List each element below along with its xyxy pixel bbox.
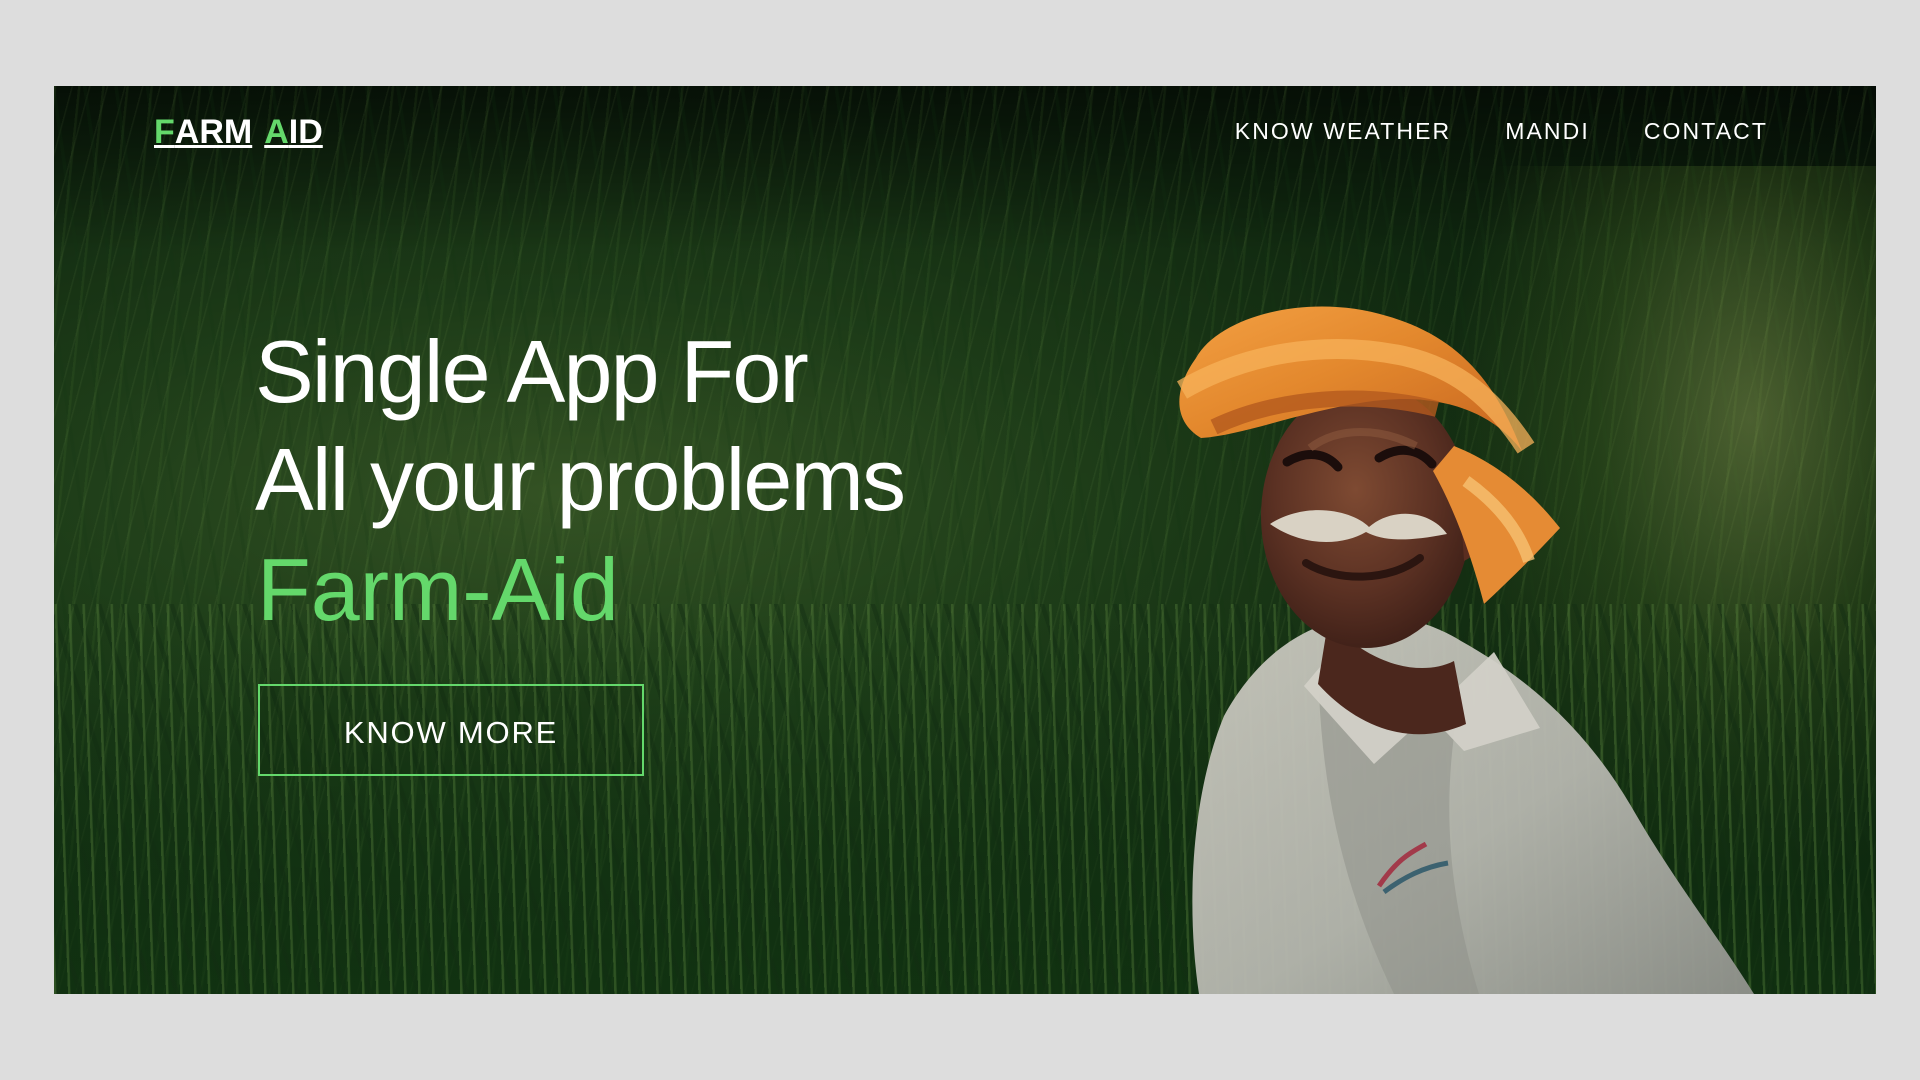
- know-more-button[interactable]: KNOW MORE: [258, 684, 644, 776]
- logo-a-letter: A: [264, 112, 289, 151]
- nav-links: KNOW WEATHER MANDI CONTACT: [1235, 113, 1768, 149]
- farm-aid-logo[interactable]: F ARM A ID: [154, 104, 323, 160]
- nav-mandi-link[interactable]: MANDI: [1505, 113, 1590, 149]
- logo-f-letter: F: [154, 112, 175, 151]
- hero-title-line-1: Single App For: [255, 322, 809, 421]
- hero-section: F ARM A ID KNOW WEATHER MANDI CONTACT Si…: [54, 86, 1876, 994]
- hero-copy: Single App For All your problems Farm-Ai…: [255, 318, 1075, 646]
- logo-arm-text: ARM: [174, 112, 253, 151]
- logo-id-text: ID: [288, 112, 323, 151]
- hero-brand-name: Farm-Aid: [257, 540, 619, 639]
- nav-contact-link[interactable]: CONTACT: [1644, 113, 1768, 149]
- top-navigation: F ARM A ID KNOW WEATHER MANDI CONTACT: [54, 86, 1876, 178]
- farmer-image: [1176, 306, 1754, 994]
- hero-title-line-2: All your problems: [255, 430, 906, 529]
- nav-know-weather-link[interactable]: KNOW WEATHER: [1235, 113, 1451, 149]
